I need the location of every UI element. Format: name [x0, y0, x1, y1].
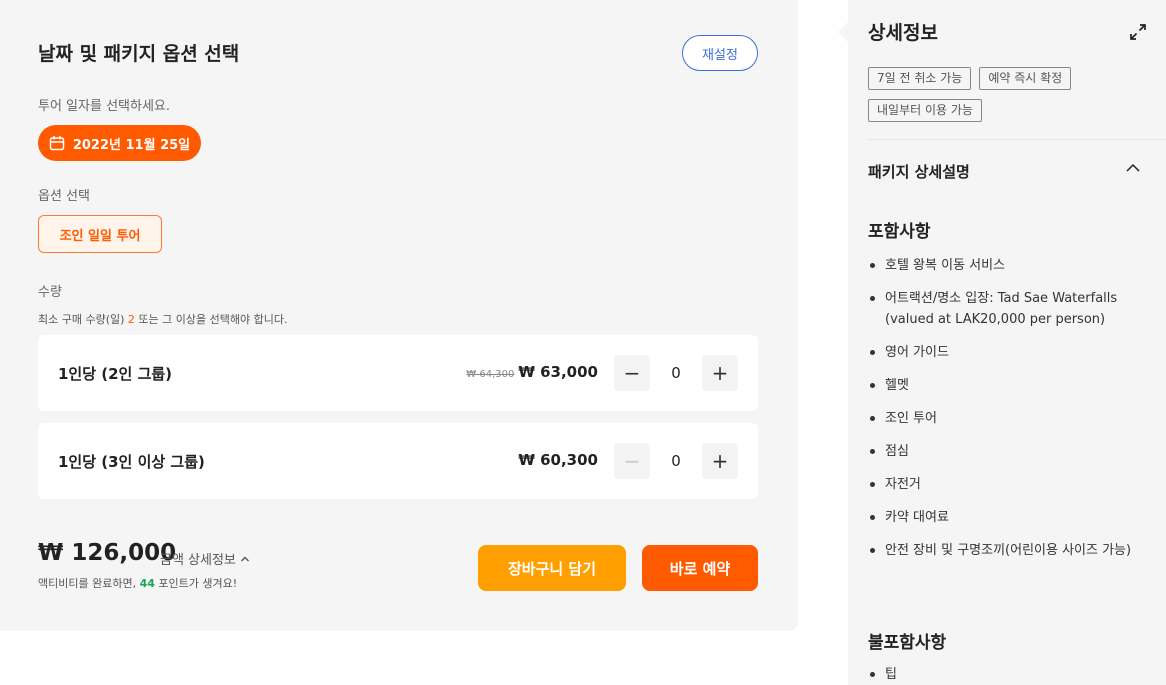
list-item: 어트랙션/명소 입장: Tad Sae Waterfalls (valued a… [868, 288, 1143, 330]
quantity-label: 수량 [38, 285, 62, 300]
list-item: 헬멧 [868, 375, 1143, 396]
list-item: 영어 가이드 [868, 342, 1143, 363]
quantity-row-2-person: 1인당 (2인 그룹) ₩ 64,300 ₩ 63,000 − 0 + [38, 335, 758, 411]
tag: 예약 즉시 확정 [979, 67, 1072, 90]
reset-button[interactable]: 재설정 [682, 35, 758, 71]
list-item: 팁 [868, 664, 1143, 685]
sale-price: ₩ 63,000 [518, 363, 598, 381]
price-box: ₩ 64,300 ₩ 63,000 [466, 363, 598, 381]
list-item: 자전거 [868, 474, 1143, 495]
increase-quantity-button[interactable]: + [702, 355, 738, 391]
option-label: 옵션 선택 [38, 189, 90, 204]
booking-title: 날짜 및 패키지 옵션 선택 [38, 43, 240, 65]
included-list: 호텔 왕복 이동 서비스 어트랙션/명소 입장: Tad Sae Waterfa… [868, 255, 1143, 573]
total-amount: ₩ 126,000 [38, 540, 177, 566]
package-description-heading[interactable]: 패키지 상세설명 [868, 161, 970, 182]
quantity-row-3-plus-person: 1인당 (3인 이상 그룹) ₩ 60,300 − 0 + [38, 423, 758, 499]
date-prompt: 투어 일자를 선택하세요. [38, 99, 170, 114]
min-quantity-note: 최소 구매 수량(일) 2 또는 그 이상을 선택해야 합니다. [38, 313, 288, 326]
add-to-cart-button[interactable]: 장바구니 담기 [478, 545, 626, 591]
tag: 7일 전 취소 가능 [868, 67, 972, 90]
excluded-heading: 불포함사항 [868, 633, 947, 653]
excluded-list: 팁 [868, 664, 1143, 685]
list-item: 안전 장비 및 구명조끼(어린이용 사이즈 가능) [868, 540, 1143, 561]
panel-notch [838, 22, 848, 42]
chevron-up-icon[interactable] [1125, 160, 1141, 176]
price-box: ₩ 60,300 [514, 451, 598, 469]
chevron-up-icon [240, 556, 249, 561]
feature-tags: 7일 전 취소 가능 예약 즉시 확정 내일부터 이용 가능 [868, 67, 1148, 122]
list-item: 조인 투어 [868, 408, 1143, 429]
details-panel: 상세정보 7일 전 취소 가능 예약 즉시 확정 내일부터 이용 가능 패키지 … [848, 0, 1166, 685]
original-price: ₩ 64,300 [466, 369, 515, 380]
list-item: 카약 대여료 [868, 507, 1143, 528]
row-label: 1인당 (3인 이상 그룹) [58, 453, 205, 471]
calendar-icon [49, 136, 65, 151]
quantity-value: 0 [671, 452, 681, 470]
expand-icon[interactable] [1128, 22, 1148, 42]
increase-quantity-button[interactable]: + [702, 443, 738, 479]
list-item: 점심 [868, 441, 1143, 462]
sale-price: ₩ 60,300 [518, 451, 598, 469]
book-now-button[interactable]: 바로 예약 [642, 545, 758, 591]
amount-detail-label: 금액 상세정보 [160, 553, 236, 568]
date-select-button[interactable]: 2022년 11월 25일 [38, 125, 201, 161]
details-title: 상세정보 [868, 22, 938, 44]
points-note: 액티비티를 완료하면, 44 포인트가 생겨요! [38, 577, 238, 590]
decrease-quantity-button[interactable]: − [614, 443, 650, 479]
tag: 내일부터 이용 가능 [868, 99, 982, 122]
amount-detail-toggle[interactable]: 금액 상세정보 [160, 549, 250, 568]
row-label: 1인당 (2인 그룹) [58, 365, 173, 383]
quantity-value: 0 [671, 364, 681, 382]
decrease-quantity-button[interactable]: − [614, 355, 650, 391]
option-chip-join-day-tour[interactable]: 조인 일일 투어 [38, 215, 162, 253]
selected-date: 2022년 11월 25일 [72, 137, 191, 153]
booking-panel: 날짜 및 패키지 옵션 선택 재설정 투어 일자를 선택하세요. 2022년 1… [0, 0, 798, 631]
divider [868, 139, 1166, 140]
list-item: 호텔 왕복 이동 서비스 [868, 255, 1143, 276]
included-heading: 포함사항 [868, 222, 931, 242]
